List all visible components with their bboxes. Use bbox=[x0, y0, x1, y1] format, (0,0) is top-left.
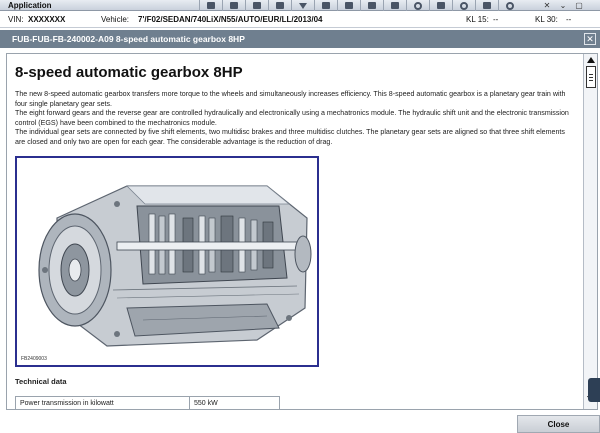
document-icon[interactable] bbox=[222, 0, 244, 11]
table-cell-label: Power transmission in kilowatt bbox=[15, 395, 190, 409]
function-icon[interactable] bbox=[337, 0, 359, 11]
chevron-down-icon[interactable]: ⌄ bbox=[556, 0, 570, 11]
vertical-scrollbar[interactable] bbox=[583, 54, 597, 409]
table-row: Power transmission in kilowatt 550 kW bbox=[15, 395, 280, 409]
paragraph-intro: The new 8-speed automatic gearbox transf… bbox=[15, 90, 566, 108]
home-icon[interactable] bbox=[199, 0, 221, 11]
settings-icon[interactable] bbox=[475, 0, 497, 11]
help-icon[interactable] bbox=[498, 0, 520, 11]
kl15-value: -- bbox=[493, 15, 499, 24]
document-frame: 8-speed automatic gearbox 8HP The new 8-… bbox=[6, 53, 598, 410]
vehicle-label: Vehicle: bbox=[101, 15, 130, 24]
service-icon[interactable] bbox=[360, 0, 382, 11]
diagnosis-icon[interactable] bbox=[314, 0, 336, 11]
vin-label: VIN: bbox=[8, 15, 24, 24]
scroll-up-icon[interactable] bbox=[586, 56, 595, 64]
close-icon[interactable]: ✕ bbox=[584, 33, 596, 45]
vin-value: XXXXXXX bbox=[28, 15, 66, 24]
close-button[interactable]: Close bbox=[517, 415, 600, 433]
bottom-bar: Close bbox=[0, 411, 600, 433]
document-window-title: FUB-FUB-FB-240002-A09 8-speed automatic … bbox=[12, 34, 245, 44]
vehicle-info-bar: VIN: XXXXXXX Vehicle: 7'/F02/SEDAN/740Li… bbox=[0, 11, 600, 28]
document-window-titlebar: FUB-FUB-FB-240002-A09 8-speed automatic … bbox=[0, 30, 600, 48]
technical-data-heading: Technical data bbox=[15, 376, 67, 386]
kl30-value: -- bbox=[566, 15, 572, 24]
maximize-icon[interactable]: ▢ bbox=[572, 0, 586, 11]
info-icon[interactable] bbox=[406, 0, 428, 11]
application-title: Application bbox=[8, 1, 52, 10]
search-icon[interactable] bbox=[452, 0, 474, 11]
car-icon[interactable] bbox=[245, 0, 267, 11]
gearbox-cutaway-figure: FB2409003 bbox=[15, 155, 319, 367]
back-icon[interactable] bbox=[291, 0, 313, 11]
technical-data-table: Power transmission in kilowatt 550 kW bbox=[15, 395, 280, 409]
kl15-label: KL 15: bbox=[466, 15, 489, 24]
kl30-label: KL 30: bbox=[535, 15, 558, 24]
paragraph-control: The eight forward gears and the reverse … bbox=[15, 109, 569, 127]
print-icon[interactable] bbox=[429, 0, 451, 11]
figure-caption: FB2409003 bbox=[21, 355, 47, 362]
document-heading: 8-speed automatic gearbox 8HP bbox=[15, 64, 243, 81]
application-bar: Application ✕ ⌄ ▢ bbox=[0, 0, 600, 11]
side-panel-tab[interactable] bbox=[588, 378, 600, 402]
vehicle-value: 7'/F02/SEDAN/740LiX/N55/AUTO/EUR/LL/2013… bbox=[138, 15, 323, 24]
minimize-icon[interactable]: ✕ bbox=[540, 0, 554, 11]
manual-icon[interactable] bbox=[268, 0, 290, 11]
gearbox-illustration bbox=[17, 157, 317, 365]
paragraph-gearsets: The individual gear sets are connected b… bbox=[15, 128, 565, 146]
document-content: 8-speed automatic gearbox 8HP The new 8-… bbox=[7, 54, 579, 409]
table-cell-value: 550 kW bbox=[189, 395, 280, 409]
wiring-icon[interactable] bbox=[383, 0, 405, 11]
scroll-thumb[interactable] bbox=[586, 66, 596, 88]
